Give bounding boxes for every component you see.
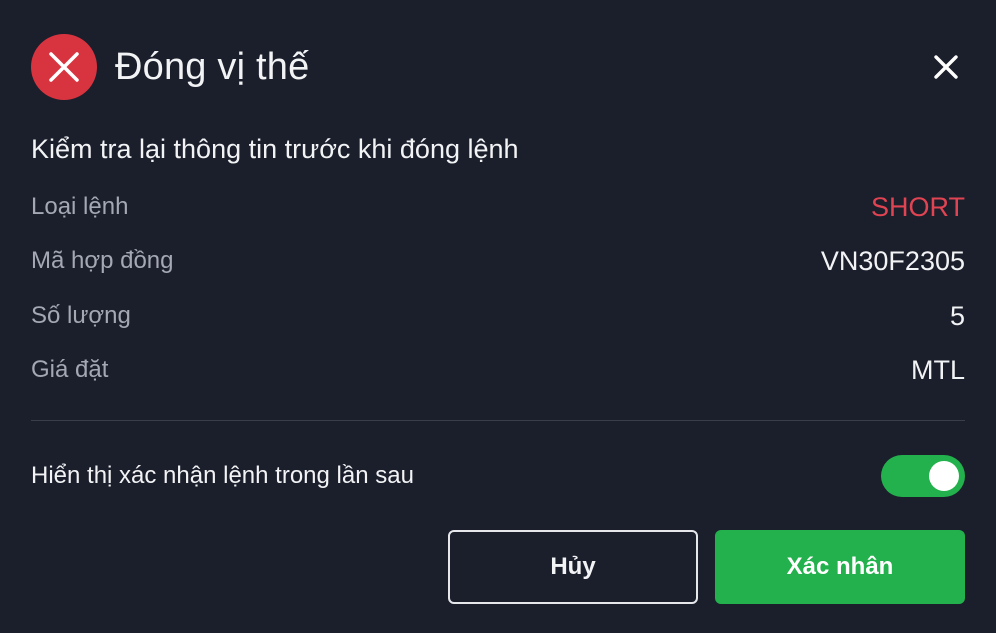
cancel-button[interactable]: Hủy [448,530,698,604]
close-button[interactable] [931,52,961,82]
price-label: Giá đặt [31,356,109,383]
dialog-title: Đóng vị thế [115,45,310,88]
order-type-label: Loại lệnh [31,193,129,220]
info-row-contract-code: Mã hợp đồng VN30F2305 [31,241,965,281]
quantity-label: Số lượng [31,302,131,329]
show-confirmation-row: Hiển thị xác nhận lệnh trong lần sau [31,454,965,498]
show-confirmation-toggle[interactable] [881,455,965,497]
price-value: MTL [911,354,965,385]
dialog-subtitle: Kiểm tra lại thông tin trước khi đóng lệ… [31,134,519,164]
confirm-button[interactable]: Xác nhân [715,530,965,604]
info-row-order-type: Loại lệnh SHORT [31,187,965,227]
contract-code-label: Mã hợp đồng [31,247,174,274]
divider [31,420,965,421]
x-circle-icon [31,34,97,100]
show-confirmation-label: Hiển thị xác nhận lệnh trong lần sau [31,462,414,489]
info-row-quantity: Số lượng 5 [31,296,965,336]
dialog-header: Đóng vị thế [31,34,965,100]
contract-code-value: VN30F2305 [820,245,965,276]
quantity-value: 5 [949,300,965,331]
close-position-dialog: Đóng vị thế Kiểm tra lại thông tin trước… [0,0,996,633]
close-icon [934,55,958,79]
order-type-value: SHORT [870,191,965,222]
toggle-knob [929,461,959,491]
info-row-price: Giá đặt MTL [31,350,965,390]
